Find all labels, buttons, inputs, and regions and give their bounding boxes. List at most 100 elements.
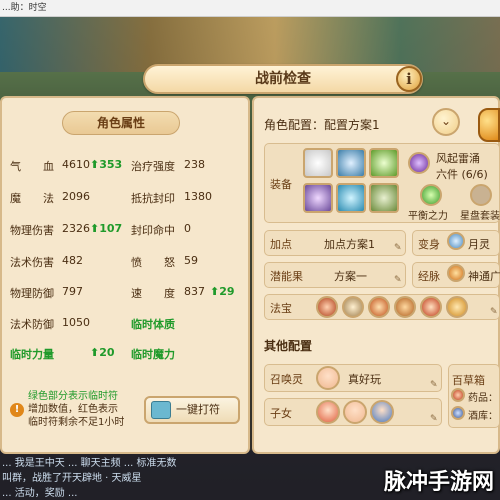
treasure-slot[interactable] — [342, 296, 364, 318]
child-avatar — [343, 400, 367, 424]
treasure-slot[interactable] — [316, 296, 338, 318]
note-line: 临时符剩余不足1小时 — [28, 417, 125, 428]
stat-phys-dmg-bonus: 107 — [99, 222, 123, 235]
chat-line: ... 活动，奖励 ... — [2, 488, 78, 499]
stat-mp-value: 2096 — [62, 190, 90, 203]
child-avatar — [316, 400, 340, 424]
stat-phys-def-label: 物理防御 — [10, 287, 54, 300]
up-arrow-icon: ⬆ — [90, 222, 100, 235]
boots-slot[interactable] — [369, 183, 399, 213]
note-line: 绿色部分表示临时符 — [28, 391, 118, 402]
balance-icon[interactable] — [420, 184, 442, 206]
transform-label: 变身 — [418, 238, 440, 251]
summon-label: 召唤灵 — [270, 373, 303, 386]
helmet-slot[interactable] — [303, 148, 333, 178]
potential-value: 方案一 — [334, 270, 367, 283]
talisman-icon — [151, 401, 171, 419]
summon-avatar — [316, 366, 340, 390]
child-avatar — [370, 400, 394, 424]
balance-label: 平衡之力 — [408, 211, 448, 222]
wine-label: 酒库： — [468, 411, 498, 422]
addpoint-label: 加点 — [270, 238, 292, 251]
edit-icon[interactable]: ✎ — [490, 307, 498, 317]
stat-seal-hit-value: 0 — [184, 222, 191, 235]
edit-icon[interactable]: ✎ — [430, 414, 438, 424]
necklace-slot[interactable] — [336, 148, 366, 178]
config-title: 角色配置：配置方案1 — [264, 118, 380, 132]
medicine-label: 药品： — [468, 393, 498, 404]
herb-box-label: 百草箱 — [452, 374, 485, 387]
treasure-slot[interactable] — [394, 296, 416, 318]
meridian-icon — [447, 264, 465, 282]
site-watermark: 脉冲手游网 — [383, 470, 494, 495]
equip-label: 装备 — [270, 178, 292, 191]
meridian-label: 经脉 — [418, 270, 440, 283]
chat-line: ... 我是王中天 ... 聊天主频 ... 标准无数 — [2, 458, 177, 469]
edit-icon[interactable]: ✎ — [430, 380, 438, 390]
info-button[interactable]: i — [396, 66, 422, 92]
stat-hp-label: 气 血 — [10, 160, 54, 173]
up-arrow-icon: ⬆ — [90, 158, 100, 171]
stat-hp-bonus: 353 — [99, 158, 123, 171]
belt-slot[interactable] — [336, 183, 366, 213]
stat-temp-str-bonus: 20 — [99, 346, 115, 359]
stat-anger-label: 愤 怒 — [131, 256, 175, 269]
stat-mp-label: 魔 法 — [10, 192, 54, 205]
wine-icon — [451, 406, 465, 420]
stat-speed-label: 速 度 — [131, 287, 175, 300]
temp-talisman-note: 绿色部分表示临时符 增加数值，红色表示 临时符剩余不足1小时 — [28, 390, 146, 429]
stat-speed-value: 837 — [184, 285, 205, 298]
transform-value: 月灵 — [468, 238, 490, 251]
stat-hp-value: 4610 — [62, 158, 90, 171]
stat-phys-dmg-label: 物理伤害 — [10, 224, 54, 237]
set-count: 六件 (6/6) — [436, 168, 488, 181]
children-label: 子女 — [270, 407, 292, 420]
stat-magic-dmg-label: 法术伤害 — [10, 256, 54, 269]
up-arrow-icon: ⬆ — [90, 346, 100, 359]
treasure-label: 法宝 — [270, 302, 292, 315]
stat-magic-def-value: 1050 — [62, 316, 90, 329]
stat-heal-value: 238 — [184, 158, 205, 171]
stat-temp-str-label: 临时力量 — [10, 348, 54, 361]
moon-spirit-icon — [447, 232, 465, 250]
edit-icon[interactable]: ✎ — [394, 243, 402, 253]
chat-line: 叫群，战胜了开天辟地 · 天威星 — [2, 473, 142, 484]
stat-temp-con-label: 临时体质 — [131, 318, 175, 331]
stat-seal-hit-label: 封印命中 — [131, 224, 175, 237]
one-key-talisman-button[interactable]: 一键打符 — [144, 396, 240, 424]
chevron-down-icon[interactable]: ⌄ — [432, 108, 460, 136]
treasure-slot[interactable] — [446, 296, 468, 318]
refresh-button[interactable] — [478, 108, 500, 142]
stat-phys-def-value: 797 — [62, 285, 83, 298]
edit-icon[interactable]: ✎ — [394, 275, 402, 285]
dialog-title: 战前检查 — [143, 64, 423, 94]
stat-heal-label: 治疗强度 — [131, 160, 175, 173]
stat-magic-dmg-value: 482 — [62, 254, 83, 267]
meridian-value: 神通广 — [468, 270, 500, 283]
set-effect-icon[interactable] — [408, 152, 430, 174]
stat-anger-value: 59 — [184, 254, 198, 267]
os-window-title: ...助：时空 — [0, 0, 500, 17]
note-line: 增加数值，红色表示 — [28, 404, 118, 415]
stat-speed-bonus: 29 — [219, 285, 235, 298]
treasure-slot[interactable] — [420, 296, 442, 318]
stat-magic-def-label: 法术防御 — [10, 318, 54, 331]
addpoint-value: 加点方案1 — [324, 238, 375, 251]
stat-phys-dmg-value: 2326 — [62, 222, 90, 235]
treasure-slot[interactable] — [368, 296, 390, 318]
potential-label: 潜能果 — [270, 270, 303, 283]
up-arrow-icon: ⬆ — [210, 285, 220, 298]
one-key-label: 一键打符 — [176, 403, 220, 416]
starplate-icon[interactable] — [470, 184, 492, 206]
weapon-slot[interactable] — [369, 148, 399, 178]
warning-icon: ! — [10, 403, 24, 417]
stat-seal-resist-label: 抵抗封印 — [131, 192, 175, 205]
medicine-icon — [451, 388, 465, 402]
stat-seal-resist-value: 1380 — [184, 190, 212, 203]
attributes-header: 角色属性 — [62, 111, 180, 135]
armor-slot[interactable] — [303, 183, 333, 213]
summon-value: 真好玩 — [348, 373, 381, 386]
set-name: 风起雷涌 — [436, 152, 480, 165]
other-config-header: 其他配置 — [264, 339, 313, 353]
starplate-label: 星盘套装 — [460, 211, 500, 222]
